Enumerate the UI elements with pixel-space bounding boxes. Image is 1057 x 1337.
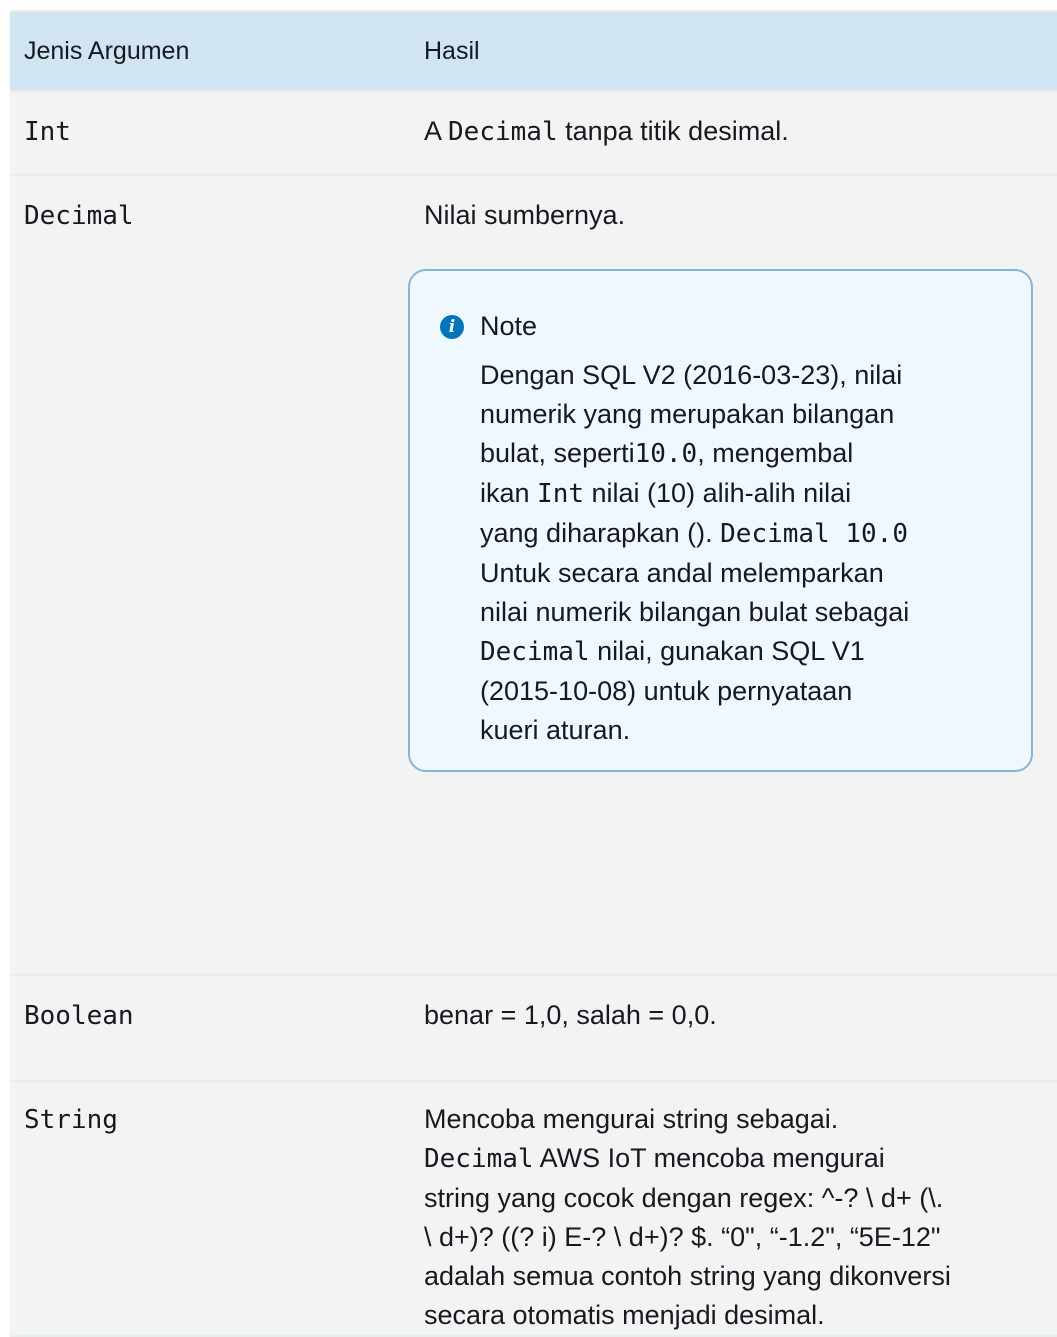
result-line: secara otomatis menjadi desimal. bbox=[424, 1300, 825, 1330]
type-code: Int bbox=[24, 117, 71, 147]
type-cell: Decimal bbox=[10, 174, 412, 976]
note-line: Decimal nilai, gunakan SQL V1 bbox=[480, 632, 1011, 672]
result-cell: benar = 1,0, salah = 0,0. bbox=[412, 974, 1057, 1082]
note-line: Untuk secara andal melemparkan bbox=[480, 558, 884, 588]
note-text: nilai, gunakan SQL V1 bbox=[589, 636, 865, 666]
note-text: nilai (10) alih-alih nilai bbox=[584, 478, 852, 508]
inline-code: 10.0 bbox=[634, 439, 698, 469]
result-text: tanpa titik desimal. bbox=[557, 116, 789, 146]
note-line: numerik yang merupakan bilangan bbox=[480, 399, 895, 429]
result-cell: Mencoba mengurai string sebagai. Decimal… bbox=[412, 1080, 1057, 1337]
note-line: bulat, seperti10.0, mengembal bbox=[480, 434, 1011, 474]
note-text: bulat, seperti bbox=[480, 438, 635, 468]
result-text: Nilai sumbernya. bbox=[424, 200, 626, 230]
note-line: Dengan SQL V2 (2016-03-23), nilai bbox=[480, 360, 903, 390]
type-code: String bbox=[24, 1105, 118, 1135]
note-text: , mengembal bbox=[697, 438, 854, 468]
table-row-boolean: Boolean benar = 1,0, salah = 0,0. bbox=[10, 974, 1057, 1082]
result-line: \ d+)? ((? i) E-? \ d+)? $. “0", “-1.2",… bbox=[424, 1222, 941, 1252]
inline-code: Decimal bbox=[424, 1144, 534, 1174]
type-code: Boolean bbox=[24, 1001, 134, 1031]
result-cell: A Decimal tanpa titik desimal. bbox=[412, 90, 1057, 176]
header-row: Jenis Argumen Hasil bbox=[10, 10, 1057, 92]
result-line: Mencoba mengurai string sebagai. bbox=[424, 1104, 839, 1134]
table-row-int: Int A Decimal tanpa titik desimal. bbox=[10, 90, 1057, 176]
result-line: adalah semua contoh string yang dikonver… bbox=[424, 1261, 951, 1291]
argument-result-table: Jenis Argumen Hasil Int A Decimal tanpa … bbox=[10, 10, 1057, 1337]
result-cell: Nilai sumbernya. i Note Dengan SQL V2 (2… bbox=[408, 174, 1057, 976]
type-cell: String bbox=[10, 1080, 412, 1337]
note-line: (2015-10-08) untuk pernyataan bbox=[480, 676, 853, 706]
inline-code: Decimal bbox=[448, 117, 558, 147]
note-text: yang diharapkan (). bbox=[480, 518, 721, 548]
note-title: Note bbox=[480, 311, 538, 341]
note-text: ikan bbox=[480, 478, 538, 508]
result-text: A bbox=[424, 116, 449, 146]
note-header: i Note bbox=[440, 307, 1011, 346]
type-cell: Int bbox=[10, 90, 412, 176]
header-argument-type: Jenis Argumen bbox=[10, 10, 412, 92]
table-row-decimal: Decimal Nilai sumbernya. i Note Dengan S… bbox=[10, 174, 1057, 976]
result-line: string yang cocok dengan regex: ^-? \ d+… bbox=[424, 1183, 944, 1213]
header-result: Hasil bbox=[412, 10, 1057, 92]
type-code: Decimal bbox=[24, 201, 134, 231]
inline-code: Decimal bbox=[480, 637, 590, 667]
type-cell: Boolean bbox=[10, 974, 412, 1082]
result-line: Decimal AWS IoT mencoba mengurai bbox=[424, 1139, 1049, 1179]
inline-code: Decimal 10.0 bbox=[720, 519, 908, 549]
result-text: AWS IoT mencoba mengurai bbox=[533, 1143, 885, 1173]
note-line: nilai numerik bilangan bulat sebagai bbox=[480, 597, 910, 627]
info-circle-icon: i bbox=[440, 314, 464, 339]
table-row-string: String Mencoba mengurai string sebagai. … bbox=[10, 1080, 1057, 1337]
inline-code: Int bbox=[537, 479, 585, 509]
note-body: Dengan SQL V2 (2016-03-23), nilai numeri… bbox=[440, 356, 1011, 750]
note-line: ikan Int nilai (10) alih-alih nilai bbox=[480, 474, 1011, 514]
note-line: yang diharapkan (). Decimal 10.0 bbox=[480, 514, 1011, 554]
note-line: kueri aturan. bbox=[480, 715, 631, 745]
note-callout: i Note Dengan SQL V2 (2016-03-23), nilai… bbox=[408, 269, 1033, 772]
table-header: Jenis Argumen Hasil bbox=[10, 10, 1057, 92]
